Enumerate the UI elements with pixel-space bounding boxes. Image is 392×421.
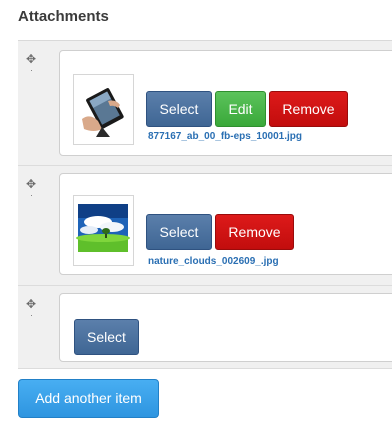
remove-button[interactable]: Remove: [215, 214, 294, 250]
drag-handle-dot: [31, 315, 32, 316]
drag-handle-dot: [31, 195, 32, 196]
add-another-item-button[interactable]: Add another item: [18, 379, 159, 418]
attachment-thumbnail: [73, 195, 134, 266]
landscape-clouds-image: [74, 196, 133, 265]
drag-handle-icon[interactable]: ✥: [24, 177, 38, 191]
attachment-filename[interactable]: nature_clouds_002609_.jpg: [148, 256, 279, 267]
select-button[interactable]: Select: [146, 91, 212, 127]
drag-handle-icon[interactable]: ✥: [24, 297, 38, 311]
remove-button[interactable]: Remove: [269, 91, 348, 127]
attachment-row: ✥ Select Remove nature_clouds_002609_.jp…: [18, 166, 392, 286]
drag-handle-dot: [31, 70, 32, 71]
select-button[interactable]: Select: [74, 319, 139, 355]
attachment-card: Select Remove nature_clouds_002609_.jpg: [59, 173, 392, 275]
attachment-row: ✥ Select Edit Remove 877167_ab_00_fb-eps…: [18, 41, 392, 166]
drag-handle-icon[interactable]: ✥: [24, 52, 38, 66]
attachment-row: ✥ Select: [18, 286, 392, 369]
tablet-hand-image: [74, 75, 133, 144]
attachment-filename[interactable]: 877167_ab_00_fb-eps_10001.jpg: [148, 131, 302, 142]
section-title: Attachments: [18, 8, 109, 25]
select-button[interactable]: Select: [146, 214, 212, 250]
edit-button[interactable]: Edit: [215, 91, 266, 127]
attachment-card: Select: [59, 293, 392, 362]
attachment-card: Select Edit Remove 877167_ab_00_fb-eps_1…: [59, 50, 392, 156]
attachment-thumbnail: [73, 74, 134, 145]
